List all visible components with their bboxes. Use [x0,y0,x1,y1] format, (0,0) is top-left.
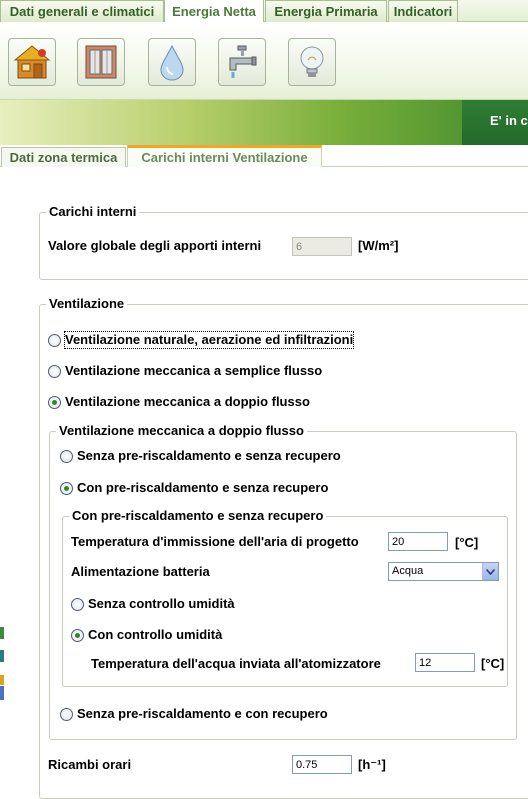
ventilazione-group: Ventilazione Ventilazione naturale, aera… [39,296,528,799]
tab-energia-primaria[interactable]: Energia Primaria [265,0,387,22]
main-tab-bar: Dati generali e climatici Energia Netta … [0,0,528,23]
radio-label: Con controllo umidità [88,627,223,642]
radio-label: Ventilazione meccanica a semplice flusso [65,363,323,378]
banner-message: E' in c [462,100,528,145]
alimentazione-batteria-select[interactable]: Acqua [388,562,499,581]
alimentazione-batteria-label: Alimentazione batteria [71,564,210,579]
sub-tab-bar: Dati zona termica Carichi interni Ventil… [0,145,528,168]
radio-label: Ventilazione naturale, aerazione ed infi… [63,331,355,349]
header-banner [0,100,528,145]
window-icon [85,45,117,79]
ricambi-orari-unit: [h⁻¹] [358,757,386,772]
window-button[interactable] [77,38,125,86]
doppio-flusso-title: Ventilazione meccanica a doppio flusso [56,423,307,439]
ventilazione-title: Ventilazione [46,296,128,312]
radio-button[interactable] [71,628,84,642]
house-button[interactable] [8,38,56,86]
light-bulb-button[interactable] [288,38,336,86]
tab-dati-generali[interactable]: Dati generali e climatici [0,0,164,22]
radio-senza-preriscaldamento-senza-recupero[interactable]: Senza pre-riscaldamento e senza recupero [60,448,341,464]
alimentazione-batteria-value: Acqua [392,565,424,577]
radio-button[interactable] [60,707,73,721]
tab-indicatori[interactable]: Indicatori [388,0,458,22]
water-drop-button[interactable] [148,38,196,86]
radio-ventilazione-semplice-flusso[interactable]: Ventilazione meccanica a semplice flusso [48,363,322,379]
house-icon [13,45,51,79]
icon-toolbar [0,22,528,100]
radio-button[interactable] [48,364,61,378]
doppio-flusso-group: Ventilazione meccanica a doppio flusso S… [49,423,517,740]
radio-senza-preriscaldamento-con-recupero[interactable]: Senza pre-riscaldamento e con recupero [60,706,328,722]
radio-label: Senza pre-riscaldamento e senza recupero [77,448,341,463]
radio-button[interactable] [48,333,61,347]
tab-energia-netta[interactable]: Energia Netta [164,0,264,23]
radio-con-controllo-umidita[interactable]: Con controllo umidità [71,627,222,643]
radio-ventilazione-naturale[interactable]: Ventilazione naturale, aerazione ed infi… [48,331,355,349]
radio-senza-controllo-umidita[interactable]: Senza controllo umidità [71,596,235,612]
pre-riscaldamento-group: Con pre-riscaldamento e senza recupero T… [62,508,508,687]
apporti-interni-label: Valore globale degli apporti interni [48,238,262,253]
pre-riscaldamento-title: Con pre-riscaldamento e senza recupero [69,508,327,524]
radio-button[interactable] [60,449,73,463]
carichi-interni-title: Carichi interni [46,204,140,220]
radio-label: Con pre-riscaldamento e senza recupero [77,480,329,495]
radio-button[interactable] [71,597,84,611]
content-panel: Carichi interni Valore globale degli app… [0,167,528,799]
radio-button[interactable] [48,395,61,409]
temp-acqua-label: Temperatura dell'acqua inviata all'atomi… [91,656,381,671]
left-edge-strip [0,650,4,662]
left-edge-strip [0,675,4,685]
faucet-button[interactable] [218,38,266,86]
ricambi-orari-input[interactable] [292,755,352,774]
temp-immissione-label: Temperatura d'immissione dell'aria di pr… [71,534,359,549]
water-drop-icon [160,44,184,81]
radio-label: Ventilazione meccanica a doppio flusso [65,394,310,409]
radio-ventilazione-doppio-flusso[interactable]: Ventilazione meccanica a doppio flusso [48,394,310,410]
left-edge-strip [0,627,4,639]
apporti-interni-input[interactable] [292,237,352,256]
chevron-down-icon[interactable] [482,563,498,580]
tab-dati-zona-termica[interactable]: Dati zona termica [1,147,126,167]
left-edge-strip [0,686,4,700]
light-bulb-icon [300,46,324,77]
faucet-icon [229,45,257,78]
temp-acqua-unit: [°C] [481,656,505,671]
radio-button[interactable] [60,481,73,495]
carichi-interni-group: Carichi interni Valore globale degli app… [39,204,528,280]
radio-label: Senza pre-riscaldamento e con recupero [77,706,328,721]
temp-immissione-input[interactable] [388,532,448,551]
radio-label: Senza controllo umidità [88,596,235,611]
ricambi-orari-label: Ricambi orari [48,757,132,772]
radio-con-preriscaldamento-senza-recupero[interactable]: Con pre-riscaldamento e senza recupero [60,480,328,496]
temp-acqua-input[interactable] [415,653,475,672]
temp-immissione-unit: [°C] [455,535,479,550]
tab-carichi-interni-ventilazione[interactable]: Carichi interni Ventilazione [127,145,322,168]
apporti-interni-unit: [W/m²] [358,238,399,253]
